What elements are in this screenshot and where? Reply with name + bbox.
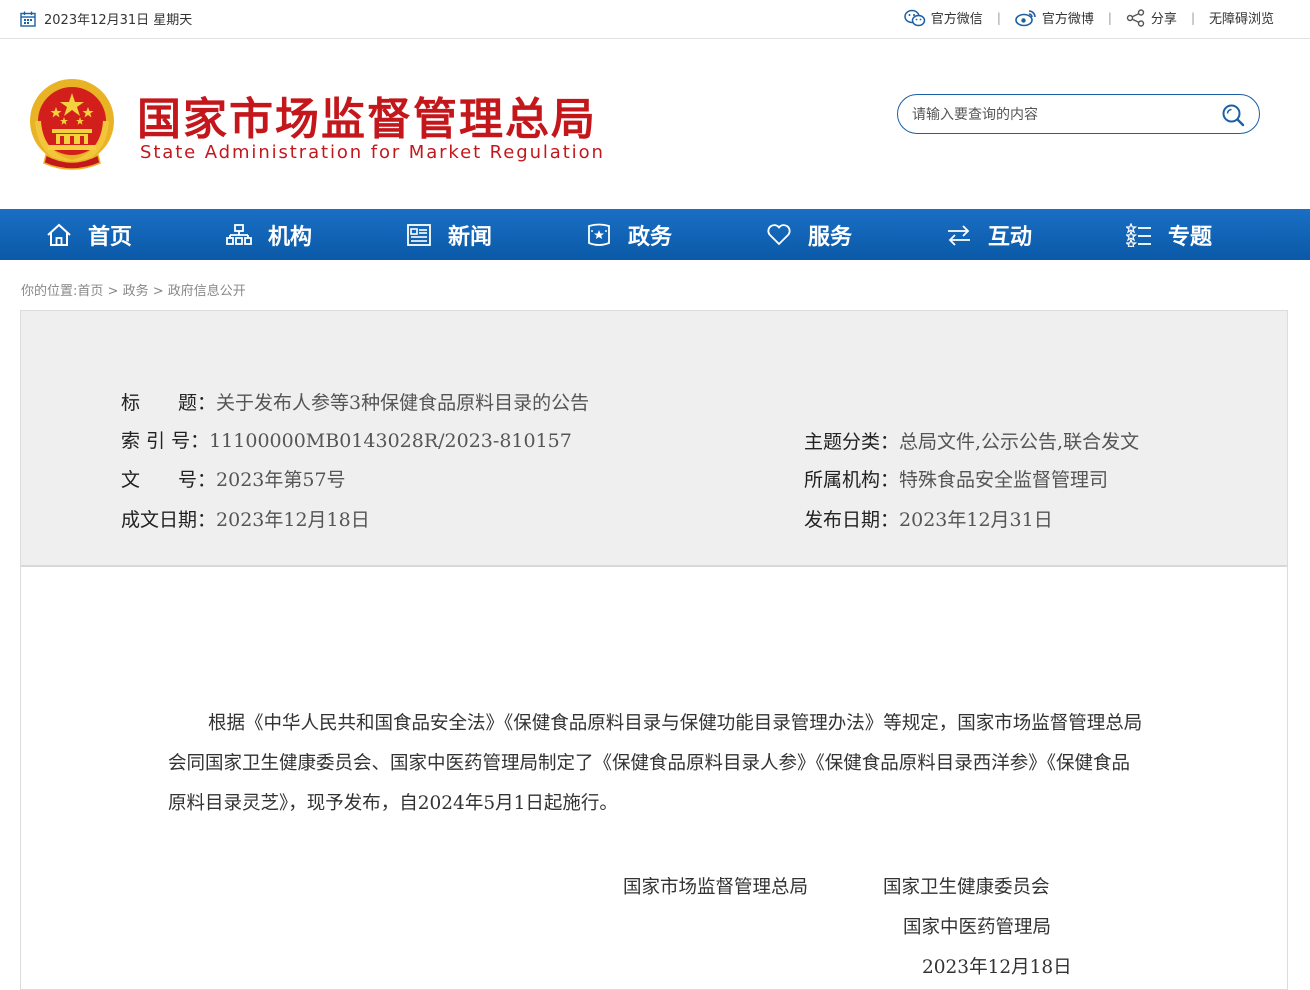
nav-item-service[interactable]: 服务 (766, 209, 852, 260)
meta-docno-value: 2023年第57号 (216, 469, 346, 491)
home-icon (47, 223, 71, 246)
share-label: 分享 (1150, 12, 1177, 27)
meta-date-value: 2023年12月18日 (216, 509, 370, 531)
meta-date-label: 成文日期： (121, 509, 217, 531)
search-button[interactable] (1221, 103, 1245, 131)
search-input[interactable] (910, 103, 1204, 127)
breadcrumb-prefix: 你的位置: (21, 284, 78, 299)
meta-docno-row: 文 号：2023年第57号 (121, 465, 346, 492)
nav-item-gov-affairs[interactable]: 政务 (586, 209, 672, 260)
search-box (897, 94, 1260, 134)
national-emblem-logo[interactable] (26, 77, 118, 175)
meta-org-label: 所属机构： (804, 469, 900, 491)
meta-index-label: 索 引 号： (121, 430, 210, 452)
nav-label: 政务 (628, 224, 673, 250)
meta-title-label: 标 题： (121, 392, 217, 414)
breadcrumb-home[interactable]: 首页 (77, 284, 103, 299)
breadcrumb-gov-affairs[interactable]: 政务 (123, 284, 149, 299)
article-paragraph: 根据《中华人民共和国食品安全法》《保健食品原料目录与保健功能目录管理办法》等规定… (168, 713, 1143, 814)
signer-nhc: 国家卫生健康委员会 (883, 877, 1050, 898)
meta-date-row: 成文日期：2023年12月18日 (121, 505, 370, 532)
meta-topic-value: 总局文件,公示公告,联合发文 (899, 431, 1140, 453)
signer-samr: 国家市场监督管理总局 (623, 877, 809, 898)
separator: | (1107, 10, 1112, 25)
nav-item-news[interactable]: 新闻 (406, 209, 492, 260)
exchange-arrows-icon (948, 224, 970, 246)
site-header: 国家市场监督管理总局 State Administration for Mark… (0, 39, 1310, 209)
share-icon (1126, 8, 1145, 27)
wechat-icon (904, 9, 926, 26)
meta-pubdate-label: 发布日期： (804, 509, 900, 531)
accessibility-link[interactable]: 无障碍浏览 (1209, 8, 1274, 27)
current-date: 2023年12月31日 星期天 (20, 9, 192, 28)
national-emblem-icon (30, 79, 114, 170)
meta-pubdate-value: 2023年12月31日 (899, 509, 1053, 531)
separator: | (996, 10, 1001, 25)
document-metadata: 标 题：关于发布人参等3种保健食品原料目录的公告 索 引 号：11100000M… (21, 311, 1287, 567)
meta-index-row: 索 引 号：11100000MB0143028R/2023-810157 (121, 426, 572, 453)
breadcrumb-separator: > (107, 284, 119, 299)
nav-label: 互动 (988, 224, 1033, 250)
calendar-icon (20, 11, 36, 27)
breadcrumb: 你的位置:首页 > 政务 > 政府信息公开 (21, 280, 246, 299)
nav-label: 首页 (88, 224, 133, 250)
share-link[interactable]: 分享 (1126, 8, 1177, 27)
accessibility-label: 无障碍浏览 (1208, 12, 1274, 27)
separator: | (1190, 10, 1195, 25)
nav-label: 新闻 (448, 224, 493, 250)
wechat-link[interactable]: 官方微信 (904, 8, 983, 27)
meta-org-row: 所属机构：特殊食品安全监督管理司 (804, 465, 1108, 492)
site-title-cn: 国家市场监督管理总局 (137, 94, 597, 145)
top-bar: 2023年12月31日 星期天 官方微信 | 官方微博 | 分享 | 无障碍浏览 (0, 0, 1310, 39)
meta-topic-label: 主题分类： (804, 431, 900, 453)
nav-item-organization[interactable]: 机构 (226, 209, 312, 260)
document-container: 标 题：关于发布人参等3种保健食品原料目录的公告 索 引 号：11100000M… (20, 310, 1288, 990)
search-icon (1222, 104, 1245, 127)
breadcrumb-info-disclosure[interactable]: 政府信息公开 (168, 284, 246, 299)
weibo-link[interactable]: 官方微博 (1015, 8, 1094, 27)
main-nav: 首页 机构 新闻 政务 服务 互动 专题 (0, 209, 1310, 260)
nav-label: 服务 (808, 224, 853, 250)
breadcrumb-separator: > (152, 284, 164, 299)
wechat-label: 官方微信 (930, 12, 983, 27)
topic-list-icon (1126, 222, 1151, 247)
site-title-en: State Administration for Market Regulati… (140, 142, 605, 163)
government-affairs-icon (588, 223, 610, 246)
signer-natcm: 国家中医药管理局 (903, 917, 1052, 938)
meta-topic-row: 主题分类：总局文件,公示公告,联合发文 (804, 427, 1139, 454)
meta-index-value: 11100000MB0143028R/2023-810157 (209, 430, 572, 452)
nav-item-topics[interactable]: 专题 (1126, 209, 1212, 260)
nav-item-home[interactable]: 首页 (46, 209, 132, 260)
weibo-label: 官方微博 (1041, 12, 1094, 27)
meta-title-value: 关于发布人参等3种保健食品原料目录的公告 (216, 392, 590, 414)
org-chart-icon (226, 223, 252, 245)
news-icon (407, 223, 431, 246)
heart-icon (767, 223, 791, 245)
weibo-icon (1015, 9, 1036, 26)
meta-docno-label: 文 号： (121, 469, 217, 491)
nav-label: 机构 (268, 224, 313, 250)
meta-title-row: 标 题：关于发布人参等3种保健食品原料目录的公告 (121, 388, 589, 415)
sign-date: 2023年12月18日 (922, 957, 1072, 978)
date-text: 2023年12月31日 星期天 (44, 13, 193, 28)
nav-item-interaction[interactable]: 互动 (946, 209, 1032, 260)
meta-org-value: 特殊食品安全监督管理司 (899, 469, 1109, 491)
meta-pubdate-row: 发布日期：2023年12月31日 (804, 505, 1053, 532)
nav-label: 专题 (1168, 224, 1213, 250)
